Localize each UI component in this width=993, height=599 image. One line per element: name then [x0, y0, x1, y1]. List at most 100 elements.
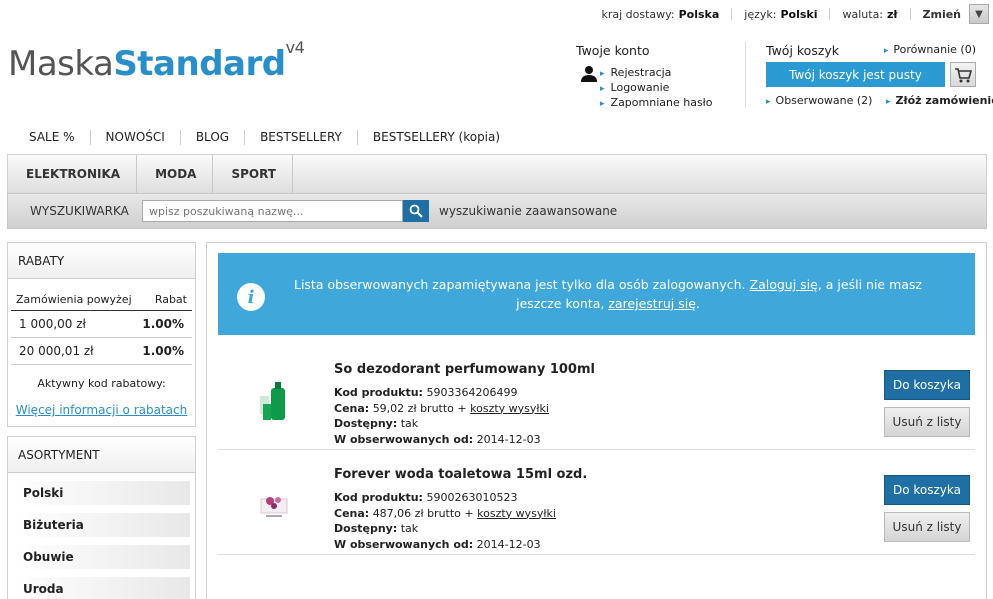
forgot-password-link[interactable]: Zapomniane hasło	[611, 96, 713, 111]
category-bar: ELEKTRONIKA MODA SPORT	[7, 154, 987, 193]
col-discount: Rabat	[154, 293, 187, 306]
available-label: Dostępny:	[334, 522, 398, 535]
assortment-item-uroda[interactable]: Uroda	[13, 577, 190, 599]
divider	[909, 8, 911, 20]
logo-version: v4	[285, 37, 305, 57]
category-electronics[interactable]: ELEKTRONIKA	[8, 155, 138, 193]
discounts-box: RABATY Zamówienia powyżej Rabat 1 000,00…	[7, 242, 196, 427]
discounts-header: Zamówienia powyżej Rabat	[11, 279, 192, 311]
info-text-part: Lista obserwowanych zapamiętywana jest t…	[293, 277, 746, 292]
product-image[interactable]	[258, 374, 290, 424]
discount-value: 1.00%	[142, 344, 184, 358]
login-link[interactable]: Zaloguj się	[750, 277, 818, 292]
discount-code-label: Aktywny kod rabatowy:	[37, 377, 166, 390]
assortment-item-obuwie[interactable]: Obuwie	[13, 545, 190, 569]
login-link[interactable]: Logowanie	[611, 81, 713, 96]
product-image[interactable]	[258, 479, 290, 529]
info-text: Lista obserwowanych zapamiętywana jest t…	[288, 275, 928, 313]
product-price: 59,02 zł brutto +	[372, 401, 467, 415]
discount-row: 20 000,01 zł 1.00%	[11, 338, 192, 365]
currency-value: zł	[887, 7, 898, 21]
price-label: Cena:	[334, 401, 370, 415]
divider	[829, 8, 831, 20]
assortment-box: ASORTYMENT Polski Biżuteria Obuwie Uroda	[7, 436, 196, 599]
shipping-cost-link[interactable]: koszty wysyłki	[477, 507, 556, 520]
register-link[interactable]: Rejestracja	[611, 66, 713, 81]
chevron-down-icon[interactable]: ▼	[969, 4, 989, 24]
category-fashion[interactable]: MODA	[137, 155, 214, 193]
add-to-cart-button[interactable]: Do koszyka	[884, 370, 970, 400]
observed-link[interactable]: Obserwowane (2)	[766, 94, 872, 107]
language-value: Polski	[780, 7, 818, 21]
code-label: Kod produktu:	[334, 491, 423, 504]
account-title: Twoje konto	[576, 43, 650, 58]
product-price: 487,06 zł brutto +	[372, 506, 474, 520]
language-selector[interactable]: język: Polski	[744, 8, 817, 21]
main-content: i Lista obserwowanych zapamiętywana jest…	[206, 242, 987, 599]
account-panel: Twoje konto Rejestracja Logowanie Zapomn…	[576, 43, 713, 111]
nav-sale[interactable]: SALE %	[14, 130, 91, 145]
price-label: Cena:	[334, 506, 370, 520]
info-icon: i	[237, 283, 265, 311]
product-name[interactable]: Forever woda toaletowa 15ml ozd.	[334, 467, 587, 482]
cart-button[interactable]: Twój koszyk jest pusty	[766, 62, 945, 87]
search-icon	[409, 204, 423, 218]
observed-since-label: W obserwowanych od:	[334, 432, 474, 446]
delivery-country[interactable]: kraj dostawy: Polska	[601, 8, 719, 21]
account-links: Rejestracja Logowanie Zapomniane hasło	[611, 66, 713, 111]
logo[interactable]: MaskaStandardv4	[8, 38, 305, 84]
product-observed-date: 2014-12-03	[476, 537, 541, 551]
divider	[731, 8, 733, 20]
nav-bestsellers-copy[interactable]: BESTSELLERY (kopia)	[358, 130, 515, 145]
cart-panel: Twój koszyk Porównanie (0) Twój koszyk j…	[766, 43, 993, 107]
product-availability: tak	[400, 522, 419, 535]
product-observed-date: 2014-12-03	[476, 432, 541, 446]
discount-amount: 1 000,00 zł	[19, 317, 86, 331]
product-details: Kod produktu: 5903364206499 Cena: 59,02 …	[334, 385, 549, 447]
cart-links: Obserwowane (2) Złóż zamówienie	[766, 94, 993, 107]
change-settings-link[interactable]: Zmień	[923, 8, 962, 21]
col-order: Zamówienia powyżej	[16, 293, 132, 306]
available-label: Dostępny:	[334, 417, 398, 430]
search-bar: WYSZUKIWARKA wyszukiwanie zaawansowane	[7, 193, 987, 229]
delivery-label: kraj dostawy:	[601, 7, 675, 21]
place-order-link[interactable]: Złóż zamówienie	[886, 94, 993, 107]
info-banner: i Lista obserwowanych zapamiętywana jest…	[218, 253, 975, 335]
search-button[interactable]	[403, 200, 429, 222]
product-row: So dezodorant perfumowany 100ml Kod prod…	[218, 346, 975, 450]
divider	[745, 42, 746, 108]
observed-since-label: W obserwowanych od:	[334, 537, 474, 551]
remove-from-list-button[interactable]: Usuń z listy	[884, 512, 970, 542]
logo-part2: Standard	[113, 44, 286, 84]
assortment-item-bizuteria[interactable]: Biżuteria	[13, 513, 190, 537]
top-bar: kraj dostawy: Polska język: Polski waluta:…	[601, 4, 989, 24]
nav-blog[interactable]: BLOG	[181, 130, 246, 145]
assortment-title: ASORTYMENT	[8, 437, 195, 473]
product-name[interactable]: So dezodorant perfumowany 100ml	[334, 362, 595, 377]
discounts-more-link[interactable]: Więcej informacji o rabatach	[8, 390, 195, 417]
assortment-item-polski[interactable]: Polski	[13, 481, 190, 505]
top-nav: SALE % NOWOŚCI BLOG BESTSELLERY BESTSELL…	[14, 130, 515, 145]
info-text-part: .	[695, 296, 700, 311]
add-to-cart-button[interactable]: Do koszyka	[884, 475, 970, 505]
discount-amount: 20 000,01 zł	[19, 344, 94, 358]
discount-value: 1.00%	[142, 317, 184, 331]
search-label: WYSZUKIWARKA	[30, 204, 129, 218]
nav-new[interactable]: NOWOŚCI	[91, 130, 181, 145]
delivery-value: Polska	[678, 7, 720, 21]
cart-icon[interactable]	[950, 62, 976, 87]
user-icon	[581, 66, 597, 82]
product-row: Forever woda toaletowa 15ml ozd. Kod pro…	[218, 451, 975, 555]
product-code: 5903364206499	[426, 386, 518, 399]
advanced-search-link[interactable]: wyszukiwanie zaawansowane	[439, 204, 617, 218]
category-sport[interactable]: SPORT	[213, 155, 293, 193]
register-link[interactable]: zarejestruj się	[608, 296, 696, 311]
search-input[interactable]	[142, 200, 403, 222]
compare-link[interactable]: Porównanie (0)	[884, 43, 976, 56]
currency-selector[interactable]: waluta: zł	[842, 8, 897, 21]
discounts-title: RABATY	[8, 243, 195, 279]
shipping-cost-link[interactable]: koszty wysyłki	[470, 402, 549, 415]
nav-bestsellers[interactable]: BESTSELLERY	[245, 130, 358, 145]
logo-part1: Maska	[8, 44, 114, 84]
remove-from-list-button[interactable]: Usuń z listy	[884, 407, 970, 437]
